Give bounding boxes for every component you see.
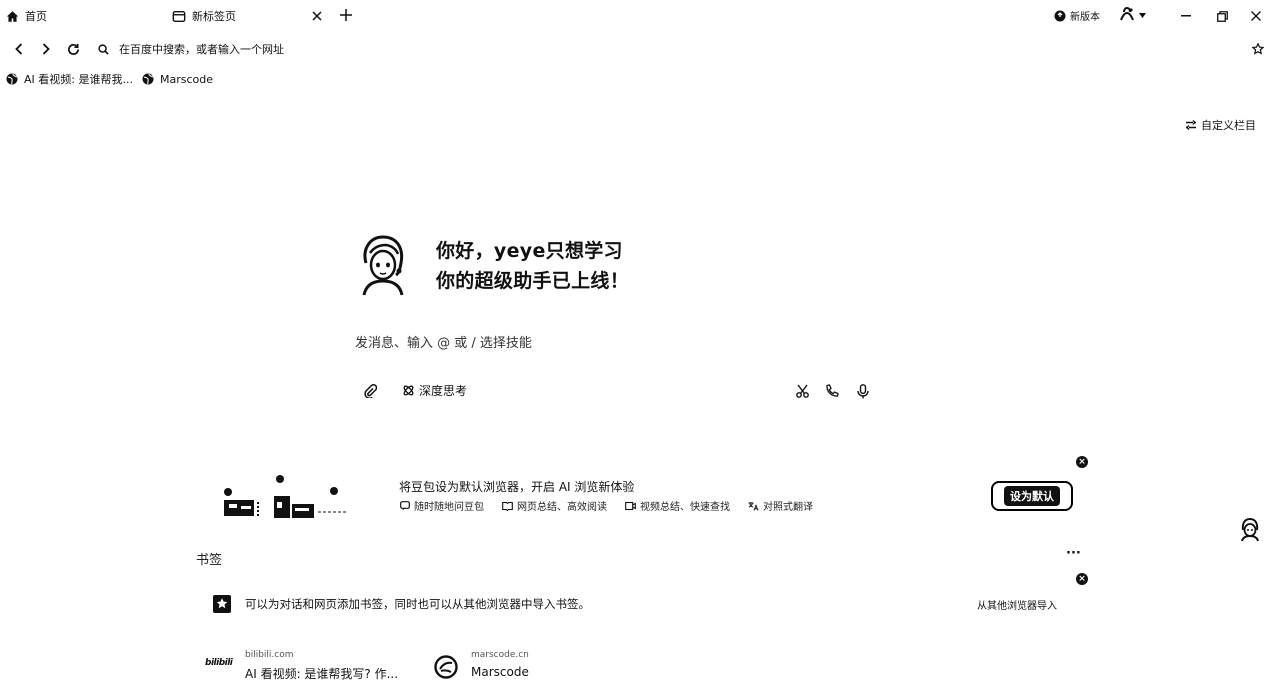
search-icon [98,43,109,55]
deep-think-label: 深度思考 [419,384,468,398]
tab-page-icon [172,10,186,23]
atom-icon [402,384,415,397]
profile-avatar-icon [1118,6,1136,24]
translate-icon [748,501,759,511]
restore-button[interactable] [1212,6,1232,26]
greeting-title: 你好，yeye只想学习 [436,240,623,262]
bookmark-card-title: Marscode [471,665,529,679]
marscode-logo-icon [434,655,458,679]
phone-icon[interactable] [823,382,841,400]
promo-feature-label: 网页总结、高效阅读 [517,502,607,513]
bookmark-card[interactable]: marscode.cn Marscode [434,650,614,682]
import-bookmarks-link[interactable]: 从其他浏览器导入 [977,597,1057,612]
scissors-icon[interactable] [793,382,811,400]
book-icon [502,501,513,511]
close-window-button[interactable] [1246,6,1266,26]
new-tab-button[interactable] [339,8,353,22]
profile-menu[interactable] [1118,6,1146,24]
bilibili-logo: bilibili [205,658,233,668]
bookmarks-bar-item[interactable]: Marscode [142,70,213,88]
bookmarks-bar-label: AI 看视频: 是谁帮我... [24,73,133,86]
promo-feature-label: 对照式翻译 [763,502,813,513]
attach-icon[interactable] [361,382,379,400]
greeting-subtitle: 你的超级助手已上线！ [436,270,630,292]
bookmarks-section-title: 书签 [196,553,223,568]
chat-icon [400,500,410,511]
deep-think-button[interactable]: 深度思考 [402,382,467,399]
reload-button[interactable] [62,38,84,60]
tab-new-tab-label: 新标签页 [192,10,236,23]
set-default-label: 设为默认 [1004,486,1060,506]
bookmark-card-domain: marscode.cn [471,650,529,660]
customize-label: 自定义栏目 [1201,119,1256,132]
video-icon [625,501,636,511]
new-version-button[interactable]: 新版本 [1054,8,1100,23]
promo-feature: 随时随地问豆包 [400,498,484,513]
chat-input[interactable]: 发消息、输入 @ 或 / 选择技能 [355,332,875,352]
tab-new-tab[interactable]: 新标签页 [172,0,322,32]
assistant-avatar [358,233,408,297]
bookmarks-bar-label: Marscode [160,72,214,86]
bookmark-card-title: AI 看视频: 是谁帮我写? 作... [245,667,399,681]
promo-illustration [220,472,370,524]
promo-feature: 视频总结、快速查找 [625,498,730,513]
promo-feature: 对照式翻译 [748,498,813,513]
address-input[interactable]: 在百度中搜索，或者输入一个网址 [119,41,284,57]
sliders-icon [1185,119,1197,131]
minimize-button[interactable] [1176,6,1196,26]
promo-feature-label: 随时随地问豆包 [414,502,484,513]
close-tab-icon[interactable] [312,11,322,21]
close-hint-icon[interactable]: × [1076,573,1088,585]
bookmarks-hint: 可以为对话和网页添加书签，同时也可以从其他浏览器中导入书签。 [245,597,590,611]
address-bar[interactable]: 在百度中搜索，或者输入一个网址 [98,38,1228,60]
set-default-button[interactable]: 设为默认 [991,481,1073,511]
home-icon [6,10,19,23]
promo-feature-label: 视频总结、快速查找 [640,502,730,513]
customize-button[interactable]: 自定义栏目 [1185,117,1256,133]
microphone-icon[interactable] [854,382,872,400]
promo-title: 将豆包设为默认浏览器，开启 AI 浏览新体验 [399,480,635,494]
close-promo-icon[interactable]: × [1076,456,1088,468]
tab-home[interactable]: 首页 [6,0,47,32]
update-icon [1054,10,1066,22]
bookmark-card[interactable]: bilibili bilibili.com AI 看视频: 是谁帮我写? 作..… [205,650,415,682]
floating-assistant-icon[interactable] [1240,518,1260,542]
back-button[interactable] [8,38,30,60]
globe-icon [142,73,154,85]
chevron-down-icon [1139,12,1146,18]
bookmark-star-icon[interactable] [1252,43,1264,55]
star-icon [213,595,231,613]
more-options-button[interactable]: ··· [1066,546,1081,561]
forward-button[interactable] [35,38,57,60]
tab-home-label: 首页 [25,10,47,23]
globe-icon [6,73,18,85]
new-version-label: 新版本 [1070,12,1100,23]
bookmarks-bar-item[interactable]: AI 看视频: 是谁帮我... [6,70,133,88]
bookmark-card-domain: bilibili.com [245,650,294,660]
promo-feature: 网页总结、高效阅读 [502,498,607,513]
